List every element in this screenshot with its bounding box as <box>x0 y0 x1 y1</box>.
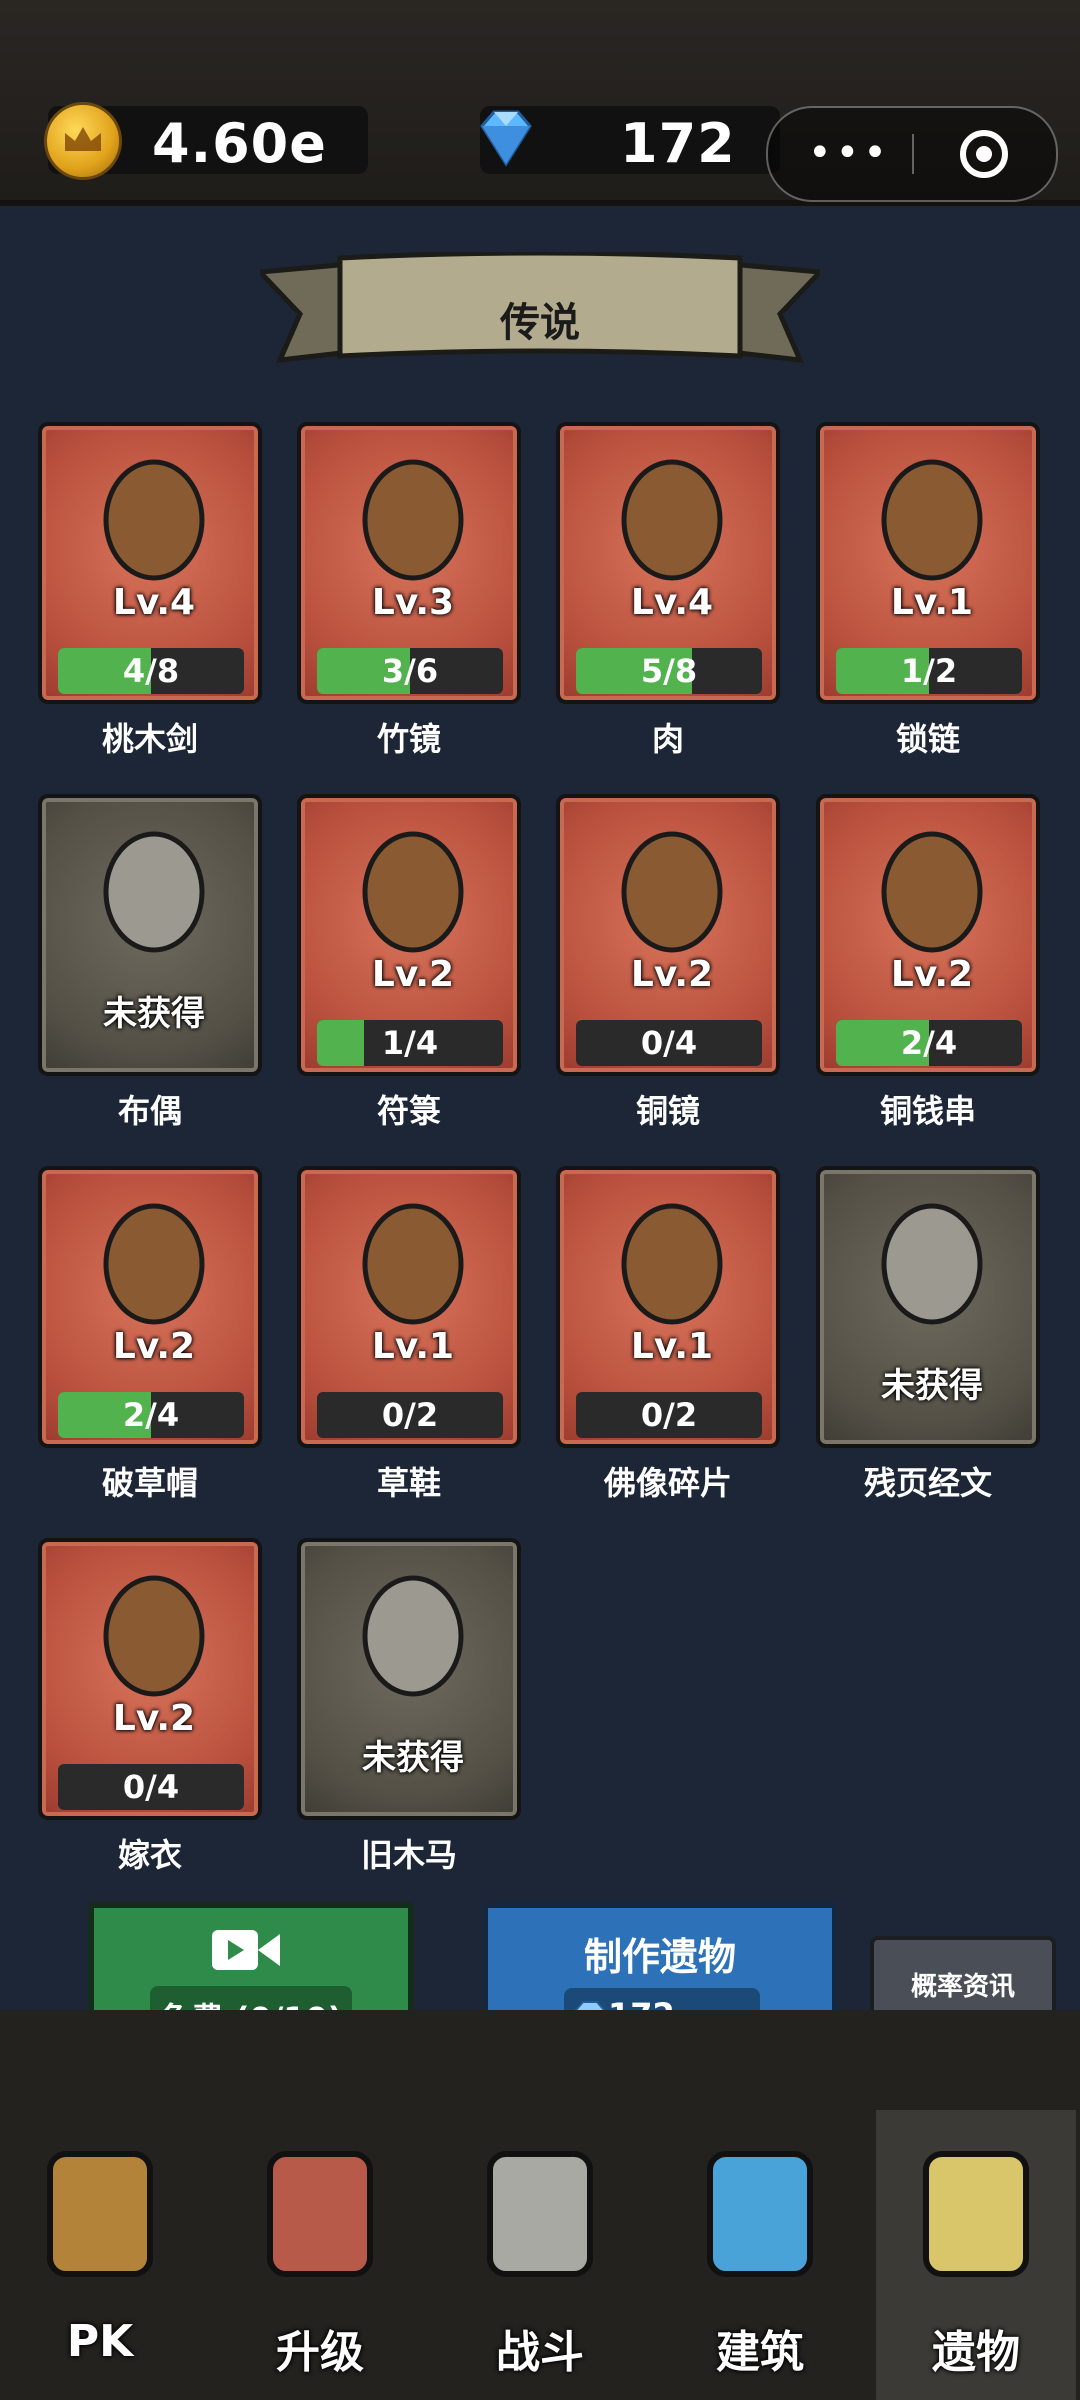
relic-card[interactable]: Lv.3 3/6 <box>297 422 521 704</box>
relic-name: 桃木剑 <box>101 720 198 758</box>
relic-progress-text: 0/2 <box>640 1396 698 1434</box>
relic-progress-text: 0/4 <box>640 1024 698 1062</box>
relic-name: 嫁衣 <box>117 1836 182 1874</box>
relic-progress-text: 1/2 <box>900 652 958 690</box>
nav-label: 遗物 <box>932 2327 1020 2378</box>
relic-progress-text: 0/2 <box>381 1396 439 1434</box>
relic-progress-bar: 0/2 <box>317 1392 503 1438</box>
nav-label: PK <box>66 2316 134 2367</box>
relic-progress-bar: 2/4 <box>836 1020 1022 1066</box>
relic-progress-text: 2/4 <box>122 1396 180 1434</box>
relic-card[interactable]: Lv.1 0/2 <box>297 1166 521 1448</box>
relic-progress-text: 5/8 <box>640 652 698 690</box>
relic-name: 布偶 <box>117 1092 182 1130</box>
relic-card[interactable]: Lv.2 1/4 <box>297 794 521 1076</box>
relic-progress-text: 1/4 <box>381 1024 439 1062</box>
relic-card[interactable]: Lv.2 0/4 <box>38 1538 262 1820</box>
crossed-swords-icon <box>487 2151 593 2277</box>
relic-artwork-icon <box>103 831 205 953</box>
relic-level: Lv.2 <box>112 1698 196 1739</box>
video-camera-icon <box>212 1930 280 1970</box>
gold-crown-icon <box>44 102 122 180</box>
relic-name: 竹镜 <box>376 720 441 758</box>
nav-item-2[interactable]: 战斗 <box>440 2110 640 2400</box>
shop-building-icon <box>707 2151 813 2277</box>
relic-level: Lv.2 <box>371 954 455 995</box>
relic-artwork-icon <box>881 1203 983 1325</box>
relic-progress-text: 0/4 <box>122 1768 180 1806</box>
nav-item-1[interactable]: 升级 <box>220 2110 420 2400</box>
relic-card[interactable]: Lv.1 0/2 <box>556 1166 780 1448</box>
nav-item-3[interactable]: 建筑 <box>660 2110 860 2400</box>
relic-level: Lv.1 <box>890 582 974 623</box>
relic-progress-bar: 0/4 <box>58 1764 244 1810</box>
relic-cards-icon <box>923 2151 1029 2277</box>
relic-name: 肉 <box>651 720 684 758</box>
relic-card[interactable]: Lv.2 2/4 <box>38 1166 262 1448</box>
relic-name: 旧木马 <box>360 1836 457 1874</box>
nav-item-0[interactable]: PK <box>0 2110 200 2400</box>
nav-label: 建筑 <box>716 2327 804 2378</box>
gold-value: 4.60e <box>152 112 327 175</box>
relic-level: Lv.2 <box>112 1326 196 1367</box>
relic-card[interactable]: Lv.4 5/8 <box>556 422 780 704</box>
relic-progress-bar: 3/6 <box>317 648 503 694</box>
nav-label: 升级 <box>276 2327 364 2378</box>
probability-label: 概率资讯 <box>910 1972 1015 2002</box>
relic-progress-text: 4/8 <box>122 652 180 690</box>
nav-item-4[interactable]: 遗物 <box>876 2110 1076 2400</box>
relic-card[interactable]: 未获得 <box>297 1538 521 1820</box>
relic-name: 残页经文 <box>863 1464 992 1502</box>
relic-card[interactable]: Lv.2 2/4 <box>816 794 1040 1076</box>
mini-program-capsule: ••• <box>766 106 1058 202</box>
relic-card[interactable]: 未获得 <box>816 1166 1040 1448</box>
gold-counter: 4.60e <box>44 102 368 180</box>
relic-artwork-icon <box>362 1575 464 1697</box>
relic-name: 铜镜 <box>635 1092 700 1130</box>
relic-progress-bar: 4/8 <box>58 648 244 694</box>
relic-name: 铜钱串 <box>879 1092 976 1130</box>
relic-level: Lv.4 <box>630 582 714 623</box>
target-icon[interactable] <box>960 130 1008 178</box>
shield-crown-icon <box>47 2151 153 2277</box>
relic-progress-bar: 1/4 <box>317 1020 503 1066</box>
capsule-divider <box>912 134 914 174</box>
relic-name: 佛像碎片 <box>603 1464 732 1502</box>
relic-locked-status: 未获得 <box>881 1366 983 1406</box>
relic-name: 符箓 <box>376 1092 441 1130</box>
relic-level: Lv.1 <box>630 1326 714 1367</box>
category-banner: 传说 <box>254 250 826 380</box>
relic-name: 破草帽 <box>101 1464 198 1502</box>
gem-value: 172 <box>620 112 736 175</box>
relic-progress-bar: 5/8 <box>576 648 762 694</box>
relic-level: Lv.2 <box>890 954 974 995</box>
relic-locked-status: 未获得 <box>362 1738 464 1778</box>
relic-progress-bar: 0/4 <box>576 1020 762 1066</box>
nav-label: 战斗 <box>496 2327 584 2378</box>
diamond-icon <box>480 110 532 167</box>
relic-level: Lv.3 <box>371 582 455 623</box>
relic-level: Lv.2 <box>630 954 714 995</box>
relic-progress-text: 2/4 <box>900 1024 958 1062</box>
upgrade-book-icon <box>267 2151 373 2277</box>
relic-progress-text: 3/6 <box>381 652 439 690</box>
relic-level: Lv.4 <box>112 582 196 623</box>
relic-card[interactable]: Lv.1 1/2 <box>816 422 1040 704</box>
relic-level: Lv.1 <box>371 1326 455 1367</box>
top-bar: 4.60e 172 ••• <box>0 0 1080 206</box>
relic-card[interactable]: 未获得 <box>38 794 262 1076</box>
relic-progress-bar: 0/2 <box>576 1392 762 1438</box>
relic-progress-bar: 1/2 <box>836 648 1022 694</box>
relic-progress-bar: 2/4 <box>58 1392 244 1438</box>
gem-counter: 172 <box>480 106 780 175</box>
relic-name: 草鞋 <box>376 1464 441 1502</box>
relic-locked-status: 未获得 <box>103 994 205 1034</box>
relic-card[interactable]: Lv.2 0/4 <box>556 794 780 1076</box>
relic-name: 锁链 <box>895 720 960 758</box>
more-dots-icon[interactable]: ••• <box>808 130 891 176</box>
relic-card[interactable]: Lv.4 4/8 <box>38 422 262 704</box>
craft-title: 制作遗物 <box>583 1935 736 1979</box>
category-title: 传说 <box>500 300 580 346</box>
